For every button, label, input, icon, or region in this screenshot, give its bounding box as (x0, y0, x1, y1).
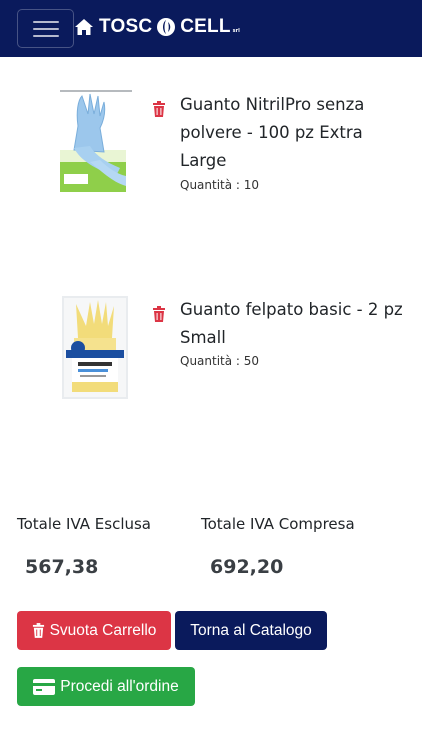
brand-name: TOSC (99, 16, 153, 37)
back-to-catalog-button[interactable]: Torna al Catalogo (175, 611, 327, 650)
credit-card-icon (33, 678, 56, 695)
hamburger-icon-line (33, 21, 59, 23)
brand-logo-icon (157, 18, 176, 36)
hamburger-icon-line (33, 28, 59, 30)
hamburger-icon-line (33, 35, 59, 37)
brand-link[interactable]: TOSC CELL srl (74, 14, 240, 40)
product-image-felt-gloves (62, 296, 128, 399)
empty-cart-label: Svuota Carrello (49, 621, 157, 639)
back-to-catalog-label: Torna al Catalogo (190, 621, 312, 639)
trash-icon[interactable] (152, 101, 166, 117)
item-name: Guanto NitrilPro senza polvere - 100 pz … (180, 95, 365, 170)
total-incl-vat-value: 692,20 (210, 556, 284, 578)
empty-cart-button[interactable]: Svuota Carrello (17, 611, 171, 650)
brand-name-2: CELL (180, 16, 231, 37)
checkout-button[interactable]: Procedi all'ordine (17, 667, 195, 706)
hamburger-menu-button[interactable] (17, 9, 74, 48)
total-excl-vat-value: 567,38 (25, 556, 99, 578)
top-navbar: TOSC CELL srl (0, 0, 422, 57)
trash-icon[interactable] (152, 306, 166, 322)
checkout-label: Procedi all'ordine (60, 677, 179, 695)
total-incl-vat-label: Totale IVA Compresa (201, 515, 355, 533)
total-excl-vat-label: Totale IVA Esclusa (17, 515, 152, 533)
brand-suffix: srl (232, 28, 240, 34)
item-quantity: Quantità : 10 (180, 178, 260, 192)
product-image-nitrile-gloves (60, 90, 132, 192)
item-quantity: Quantità : 50 (180, 354, 260, 368)
trash-icon (32, 623, 44, 638)
item-name: Guanto felpato basic - 2 pz Small (180, 300, 403, 347)
home-icon (75, 19, 93, 35)
